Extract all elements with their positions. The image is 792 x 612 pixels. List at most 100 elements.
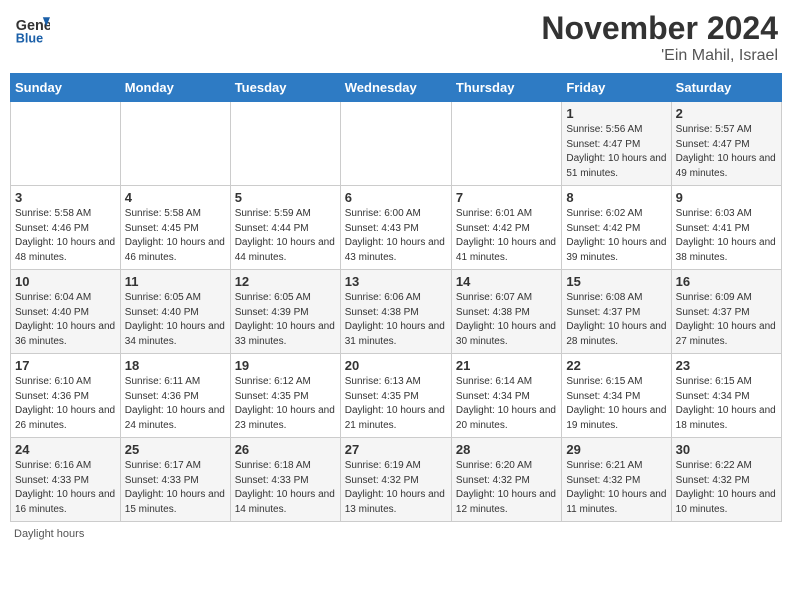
calendar-week-row: 24Sunrise: 6:16 AM Sunset: 4:33 PM Dayli… <box>11 438 782 522</box>
calendar-cell: 11 Sunrise: 6:05 AM Sunset: 4:40 PM Dayli… <box>120 270 230 354</box>
day-info: Sunrise: 6:14 AM Sunset: 4:34 PM Dayligh… <box>456 375 557 433</box>
calendar-day-header: Monday <box>120 74 230 102</box>
day-info: Sunrise: 6:08 AM Sunset: 4:37 PM Dayligh… <box>566 291 666 349</box>
day-number: 15 <box>566 274 666 289</box>
calendar-cell: 20Sunrise: 6:13 AM Sunset: 4:35 PM Dayli… <box>340 354 451 438</box>
day-info: Sunrise: 6:17 AM Sunset: 4:33 PM Dayligh… <box>125 459 226 517</box>
calendar-cell: 4 Sunrise: 5:58 AM Sunset: 4:45 PM Daylig… <box>120 186 230 270</box>
day-info: Sunrise: 6:09 AM Sunset: 4:37 PM Dayligh… <box>676 291 777 349</box>
calendar-header-row: SundayMondayTuesdayWednesdayThursdayFrid… <box>11 74 782 102</box>
calendar-cell: 21 Sunrise: 6:14 AM Sunset: 4:34 PM Dayli… <box>451 354 561 438</box>
day-number: 13 <box>345 274 447 289</box>
calendar-cell: 6Sunrise: 6:00 AM Sunset: 4:43 PM Daylig… <box>340 186 451 270</box>
calendar-cell: 5 Sunrise: 5:59 AM Sunset: 4:44 PM Daylig… <box>230 186 340 270</box>
day-number: 10 <box>15 274 116 289</box>
calendar-cell: 13Sunrise: 6:06 AM Sunset: 4:38 PM Dayli… <box>340 270 451 354</box>
day-info: Sunrise: 6:02 AM Sunset: 4:42 PM Dayligh… <box>566 207 666 265</box>
calendar-cell <box>451 102 561 186</box>
calendar-cell: 3 Sunrise: 5:58 AM Sunset: 4:46 PM Daylig… <box>11 186 121 270</box>
day-number: 11 <box>125 274 226 289</box>
day-number: 30 <box>676 442 777 457</box>
day-number: 20 <box>345 358 447 373</box>
day-info: Sunrise: 5:59 AM Sunset: 4:44 PM Dayligh… <box>235 207 336 265</box>
day-number: 4 <box>125 190 226 205</box>
calendar-week-row: 10Sunrise: 6:04 AM Sunset: 4:40 PM Dayli… <box>11 270 782 354</box>
day-info: Sunrise: 6:07 AM Sunset: 4:38 PM Dayligh… <box>456 291 557 349</box>
calendar-cell: 28 Sunrise: 6:20 AM Sunset: 4:32 PM Dayli… <box>451 438 561 522</box>
calendar-cell: 22Sunrise: 6:15 AM Sunset: 4:34 PM Dayli… <box>562 354 671 438</box>
day-info: Sunrise: 6:12 AM Sunset: 4:35 PM Dayligh… <box>235 375 336 433</box>
calendar-table: SundayMondayTuesdayWednesdayThursdayFrid… <box>10 73 782 522</box>
day-info: Sunrise: 5:58 AM Sunset: 4:46 PM Dayligh… <box>15 207 116 265</box>
calendar-week-row: 3 Sunrise: 5:58 AM Sunset: 4:46 PM Daylig… <box>11 186 782 270</box>
day-number: 19 <box>235 358 336 373</box>
day-number: 23 <box>676 358 777 373</box>
day-info: Sunrise: 6:21 AM Sunset: 4:32 PM Dayligh… <box>566 459 666 517</box>
calendar-cell: 23 Sunrise: 6:15 AM Sunset: 4:34 PM Dayli… <box>671 354 781 438</box>
calendar-cell <box>11 102 121 186</box>
calendar-day-header: Tuesday <box>230 74 340 102</box>
day-info: Sunrise: 6:15 AM Sunset: 4:34 PM Dayligh… <box>566 375 666 433</box>
title-block: November 2024 'Ein Mahil, Israel <box>541 10 778 65</box>
day-number: 8 <box>566 190 666 205</box>
day-info: Sunrise: 6:11 AM Sunset: 4:36 PM Dayligh… <box>125 375 226 433</box>
calendar-cell: 24Sunrise: 6:16 AM Sunset: 4:33 PM Dayli… <box>11 438 121 522</box>
day-info: Sunrise: 6:00 AM Sunset: 4:43 PM Dayligh… <box>345 207 447 265</box>
calendar-cell: 29 Sunrise: 6:21 AM Sunset: 4:32 PM Dayli… <box>562 438 671 522</box>
calendar-cell: 26Sunrise: 6:18 AM Sunset: 4:33 PM Dayli… <box>230 438 340 522</box>
day-number: 16 <box>676 274 777 289</box>
day-info: Sunrise: 6:19 AM Sunset: 4:32 PM Dayligh… <box>345 459 447 517</box>
day-info: Sunrise: 5:57 AM Sunset: 4:47 PM Dayligh… <box>676 123 777 181</box>
calendar-cell: 8 Sunrise: 6:02 AM Sunset: 4:42 PM Daylig… <box>562 186 671 270</box>
calendar-day-header: Friday <box>562 74 671 102</box>
calendar-cell: 12Sunrise: 6:05 AM Sunset: 4:39 PM Dayli… <box>230 270 340 354</box>
day-info: Sunrise: 6:18 AM Sunset: 4:33 PM Dayligh… <box>235 459 336 517</box>
day-number: 5 <box>235 190 336 205</box>
day-info: Sunrise: 5:58 AM Sunset: 4:45 PM Dayligh… <box>125 207 226 265</box>
calendar-cell: 1 Sunrise: 5:56 AM Sunset: 4:47 PM Daylig… <box>562 102 671 186</box>
day-number: 28 <box>456 442 557 457</box>
svg-text:Blue: Blue <box>16 31 43 45</box>
calendar-day-header: Thursday <box>451 74 561 102</box>
day-info: Sunrise: 6:22 AM Sunset: 4:32 PM Dayligh… <box>676 459 777 517</box>
month-title: November 2024 <box>541 10 778 47</box>
day-number: 25 <box>125 442 226 457</box>
logo-icon: General Blue <box>14 10 50 46</box>
calendar-cell <box>340 102 451 186</box>
calendar-body: 1 Sunrise: 5:56 AM Sunset: 4:47 PM Daylig… <box>11 102 782 522</box>
day-info: Sunrise: 6:05 AM Sunset: 4:40 PM Dayligh… <box>125 291 226 349</box>
calendar-cell: 15 Sunrise: 6:08 AM Sunset: 4:37 PM Dayli… <box>562 270 671 354</box>
day-number: 9 <box>676 190 777 205</box>
footer-note: Daylight hours <box>10 528 782 540</box>
day-number: 3 <box>15 190 116 205</box>
day-number: 29 <box>566 442 666 457</box>
calendar-week-row: 1 Sunrise: 5:56 AM Sunset: 4:47 PM Daylig… <box>11 102 782 186</box>
logo: General Blue <box>14 10 54 46</box>
calendar-cell: 16 Sunrise: 6:09 AM Sunset: 4:37 PM Dayli… <box>671 270 781 354</box>
day-number: 14 <box>456 274 557 289</box>
calendar-cell: 25 Sunrise: 6:17 AM Sunset: 4:33 PM Dayli… <box>120 438 230 522</box>
day-number: 18 <box>125 358 226 373</box>
day-number: 1 <box>566 106 666 121</box>
day-info: Sunrise: 5:56 AM Sunset: 4:47 PM Dayligh… <box>566 123 666 181</box>
calendar-cell: 14 Sunrise: 6:07 AM Sunset: 4:38 PM Dayli… <box>451 270 561 354</box>
page-header: General Blue November 2024 'Ein Mahil, I… <box>10 10 782 65</box>
location-title: 'Ein Mahil, Israel <box>541 47 778 65</box>
day-info: Sunrise: 6:20 AM Sunset: 4:32 PM Dayligh… <box>456 459 557 517</box>
calendar-cell: 10Sunrise: 6:04 AM Sunset: 4:40 PM Dayli… <box>11 270 121 354</box>
day-info: Sunrise: 6:15 AM Sunset: 4:34 PM Dayligh… <box>676 375 777 433</box>
day-info: Sunrise: 6:10 AM Sunset: 4:36 PM Dayligh… <box>15 375 116 433</box>
calendar-cell: 30 Sunrise: 6:22 AM Sunset: 4:32 PM Dayli… <box>671 438 781 522</box>
calendar-day-header: Wednesday <box>340 74 451 102</box>
calendar-cell: 7Sunrise: 6:01 AM Sunset: 4:42 PM Daylig… <box>451 186 561 270</box>
day-number: 2 <box>676 106 777 121</box>
day-info: Sunrise: 6:01 AM Sunset: 4:42 PM Dayligh… <box>456 207 557 265</box>
calendar-week-row: 17Sunrise: 6:10 AM Sunset: 4:36 PM Dayli… <box>11 354 782 438</box>
calendar-cell <box>230 102 340 186</box>
day-number: 24 <box>15 442 116 457</box>
calendar-cell <box>120 102 230 186</box>
day-number: 21 <box>456 358 557 373</box>
calendar-day-header: Sunday <box>11 74 121 102</box>
calendar-cell: 19 Sunrise: 6:12 AM Sunset: 4:35 PM Dayli… <box>230 354 340 438</box>
calendar-cell: 17Sunrise: 6:10 AM Sunset: 4:36 PM Dayli… <box>11 354 121 438</box>
